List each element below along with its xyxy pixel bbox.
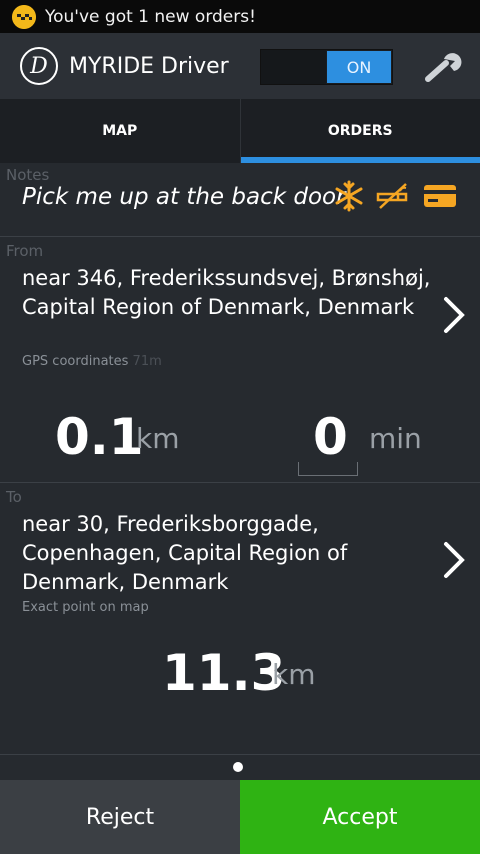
credit-card-icon xyxy=(422,182,458,214)
tab-map[interactable]: MAP xyxy=(0,99,240,163)
toggle-on-label: ON xyxy=(327,51,391,83)
from-accuracy: 71m xyxy=(132,354,162,369)
from-label: From xyxy=(6,242,44,260)
divider xyxy=(0,482,480,483)
tab-orders[interactable]: ORDERS xyxy=(239,99,480,163)
notes-label: Notes xyxy=(6,166,50,184)
from-chevron-right-icon[interactable] xyxy=(440,295,468,335)
action-bar: D MYRIDE Driver ON xyxy=(0,33,480,99)
notes-text: Pick me up at the back door xyxy=(22,184,346,210)
from-source: GPS coordinates 71m xyxy=(22,354,162,369)
toggle-off-segment xyxy=(261,50,326,84)
reject-button[interactable]: Reject xyxy=(0,780,240,854)
accept-button[interactable]: Accept xyxy=(240,780,480,854)
wrench-icon[interactable] xyxy=(422,49,464,85)
action-buttons: Reject Accept xyxy=(0,780,480,854)
from-distance-unit: km xyxy=(136,422,180,455)
online-toggle[interactable]: ON xyxy=(260,49,393,85)
app-title: MYRIDE Driver xyxy=(69,53,229,79)
trip-distance-unit: km xyxy=(272,658,316,691)
time-input-underline xyxy=(298,462,358,476)
note-icons xyxy=(334,180,458,216)
notification-text: You've got 1 new orders! xyxy=(45,6,256,27)
taxi-checker-icon xyxy=(12,4,36,29)
page-indicator-dot xyxy=(233,762,243,772)
no-smoking-icon xyxy=(376,180,410,216)
from-source-text: GPS coordinates xyxy=(22,354,129,369)
divider xyxy=(0,754,480,755)
to-label: To xyxy=(6,488,22,506)
to-source: Exact point on map xyxy=(22,600,149,615)
to-chevron-right-icon[interactable] xyxy=(440,540,468,580)
from-distance-value: 0.1 xyxy=(55,408,144,466)
from-address[interactable]: near 346, Frederikssundsvej, Brønshøj, C… xyxy=(22,264,432,322)
divider xyxy=(0,236,480,237)
to-address[interactable]: near 30, Frederiksborggade, Copenhagen, … xyxy=(22,510,432,597)
status-bar: You've got 1 new orders! xyxy=(0,0,480,33)
trip-distance-value: 11.3 xyxy=(162,644,286,702)
pickup-time-unit: min xyxy=(369,422,422,455)
pickup-time-value[interactable]: 0 xyxy=(313,408,348,466)
snowflake-icon xyxy=(334,180,364,216)
tab-bar: MAP ORDERS xyxy=(0,99,480,163)
app-logo: D xyxy=(20,47,58,85)
